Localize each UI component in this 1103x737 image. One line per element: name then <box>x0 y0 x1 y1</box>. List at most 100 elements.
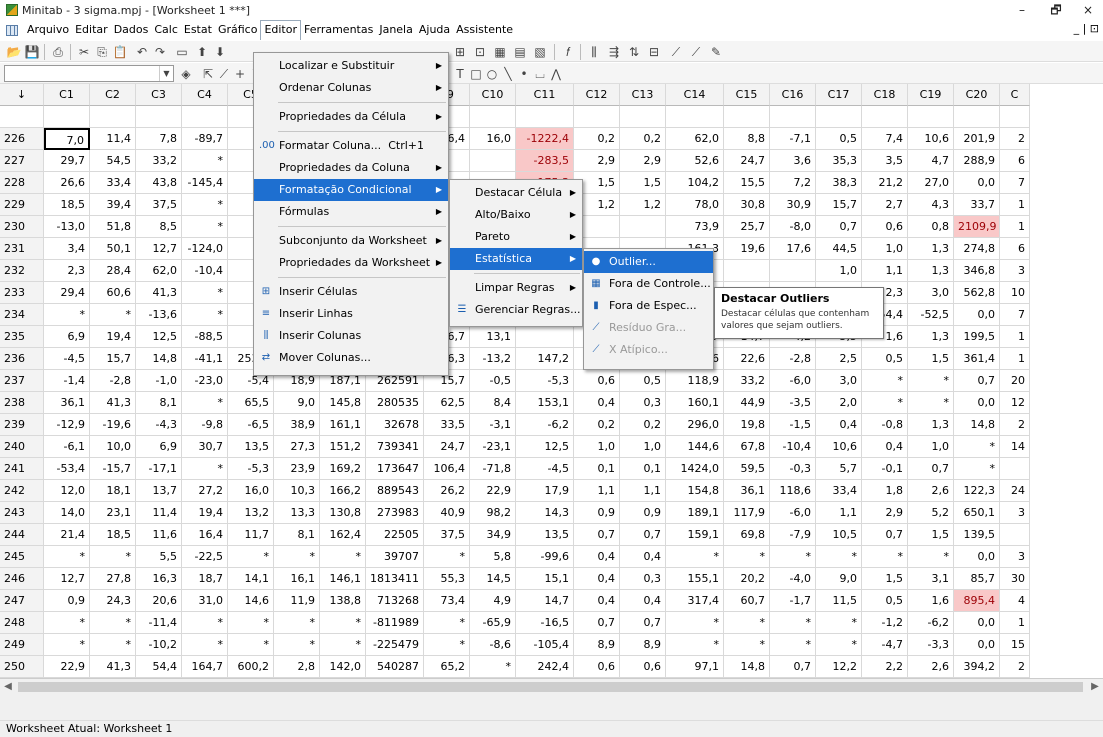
data-cell[interactable]: 2109,9 <box>954 216 1000 238</box>
data-cell[interactable]: 562,8 <box>954 282 1000 304</box>
data-cell[interactable]: -3,3 <box>908 634 954 656</box>
data-cell[interactable]: 20 <box>1000 370 1030 392</box>
column-name-cell[interactable] <box>574 106 620 128</box>
data-cell[interactable]: * <box>44 304 90 326</box>
data-cell[interactable]: 41,3 <box>90 656 136 678</box>
data-cell[interactable]: 0,7 <box>862 524 908 546</box>
data-cell[interactable]: 8,4 <box>470 392 516 414</box>
data-cell[interactable]: 60,6 <box>90 282 136 304</box>
data-cell[interactable] <box>516 326 574 348</box>
data-cell[interactable]: 2 <box>1000 414 1030 436</box>
data-cell[interactable]: * <box>424 634 470 656</box>
cond-menu-gerenciar-regras[interactable]: ☰ Gerenciar Regras... <box>450 299 582 321</box>
data-cell[interactable]: 20,2 <box>724 568 770 590</box>
data-cell[interactable]: -8,0 <box>770 216 816 238</box>
data-cell[interactable]: 11,4 <box>90 128 136 150</box>
data-cell[interactable]: -3,5 <box>770 392 816 414</box>
data-cell[interactable]: 0,1 <box>620 458 666 480</box>
data-cell[interactable]: 1,6 <box>908 590 954 612</box>
data-cell[interactable]: 0,4 <box>574 568 620 590</box>
data-cell[interactable]: * <box>90 612 136 634</box>
data-cell[interactable]: -4,3 <box>136 414 182 436</box>
data-cell[interactable]: 14 <box>1000 436 1030 458</box>
data-cell[interactable]: -52,5 <box>908 304 954 326</box>
data-cell[interactable]: 201,9 <box>954 128 1000 150</box>
column-name-cell[interactable] <box>182 106 228 128</box>
column-name-cell[interactable] <box>816 106 862 128</box>
data-cell[interactable]: 13,5 <box>228 436 274 458</box>
data-cell[interactable]: -13,0 <box>44 216 90 238</box>
data-cell[interactable]: 7,2 <box>770 172 816 194</box>
data-cell[interactable]: 22,9 <box>44 656 90 678</box>
data-cell[interactable]: 0,5 <box>620 370 666 392</box>
scroll-thumb[interactable] <box>18 682 1083 692</box>
data-cell[interactable]: 0,6 <box>620 656 666 678</box>
data-cell[interactable]: 130,8 <box>320 502 366 524</box>
data-cell[interactable]: 142,0 <box>320 656 366 678</box>
data-cell[interactable]: 8,8 <box>724 128 770 150</box>
data-cell[interactable]: 1,0 <box>908 436 954 458</box>
data-cell[interactable]: -1,2 <box>862 612 908 634</box>
data-cell[interactable]: 6,9 <box>44 326 90 348</box>
menu-ferramentas[interactable]: Ferramentas <box>301 20 376 40</box>
data-cell[interactable]: 154,8 <box>666 480 724 502</box>
editor-menu-inserir-colunas[interactable]: ⫼ Inserir Colunas <box>254 325 448 347</box>
data-cell[interactable]: 2,2 <box>862 656 908 678</box>
data-cell[interactable]: -4,7 <box>862 634 908 656</box>
data-cell[interactable]: 0,6 <box>574 370 620 392</box>
data-cell[interactable]: 13,3 <box>274 502 320 524</box>
data-cell[interactable]: 22505 <box>366 524 424 546</box>
data-cell[interactable]: 0,0 <box>954 304 1000 326</box>
data-cell[interactable]: * <box>424 612 470 634</box>
data-cell[interactable]: 33,2 <box>724 370 770 392</box>
graph-element-combo[interactable]: ▼ <box>4 65 174 82</box>
column-name-cell[interactable] <box>908 106 954 128</box>
data-cell[interactable]: 17,9 <box>516 480 574 502</box>
data-cell[interactable]: 5,5 <box>136 546 182 568</box>
data-cell[interactable]: 10,0 <box>90 436 136 458</box>
print-icon[interactable]: ⎙ <box>50 44 66 60</box>
data-cell[interactable]: 2,9 <box>862 502 908 524</box>
data-cell[interactable]: -6,2 <box>516 414 574 436</box>
editor-menu-propriedades-da-coluna[interactable]: Propriedades da Coluna ▶ <box>254 157 448 179</box>
data-cell[interactable]: 1 <box>1000 612 1030 634</box>
data-cell[interactable]: 5,7 <box>816 458 862 480</box>
data-cell[interactable]: 24 <box>1000 480 1030 502</box>
data-cell[interactable]: 2,6 <box>908 480 954 502</box>
data-cell[interactable]: * <box>908 392 954 414</box>
column-header[interactable]: C16 <box>770 84 816 106</box>
data-cell[interactable]: 19,4 <box>182 502 228 524</box>
data-cell[interactable]: 51,8 <box>90 216 136 238</box>
data-cell[interactable]: 1,1 <box>816 502 862 524</box>
pen-icon[interactable]: ✎ <box>708 44 724 60</box>
close-button[interactable]: × <box>1073 0 1103 20</box>
data-cell[interactable]: -5,3 <box>228 458 274 480</box>
polygon-tool-icon[interactable]: ⌴ <box>532 66 548 82</box>
data-cell[interactable]: 146,1 <box>320 568 366 590</box>
sort-icon[interactable]: ⇅ <box>626 44 642 60</box>
data-cell[interactable]: 11,4 <box>136 502 182 524</box>
data-cell[interactable]: 12,5 <box>516 436 574 458</box>
column-header[interactable]: C20 <box>954 84 1000 106</box>
data-cell[interactable]: 1,1 <box>574 480 620 502</box>
data-cell[interactable]: 18,5 <box>90 524 136 546</box>
function-icon[interactable]: 𝑓 <box>560 44 576 60</box>
data-cell[interactable]: 155,1 <box>666 568 724 590</box>
data-cell[interactable]: 59,5 <box>724 458 770 480</box>
restore-button[interactable]: 🗗 <box>1041 0 1071 20</box>
row-header[interactable]: 247 <box>0 590 44 612</box>
data-cell[interactable]: * <box>182 304 228 326</box>
data-cell[interactable] <box>770 260 816 282</box>
data-cell[interactable]: 14,8 <box>954 414 1000 436</box>
cond-menu-pareto[interactable]: Pareto ▶ <box>450 226 582 248</box>
column-header[interactable]: C <box>1000 84 1030 106</box>
data-cell[interactable]: 0,4 <box>816 414 862 436</box>
paste-icon[interactable]: 📋 <box>112 44 128 60</box>
data-cell[interactable]: -23,0 <box>182 370 228 392</box>
data-cell[interactable]: * <box>228 634 274 656</box>
data-cell[interactable]: 0,0 <box>954 634 1000 656</box>
editor-menu-formatacao-condicional[interactable]: Formatação Condicional ▶ <box>254 179 448 201</box>
undo-icon[interactable]: ↶ <box>134 44 150 60</box>
data-cell[interactable]: 3,6 <box>770 150 816 172</box>
data-cell[interactable]: * <box>90 634 136 656</box>
